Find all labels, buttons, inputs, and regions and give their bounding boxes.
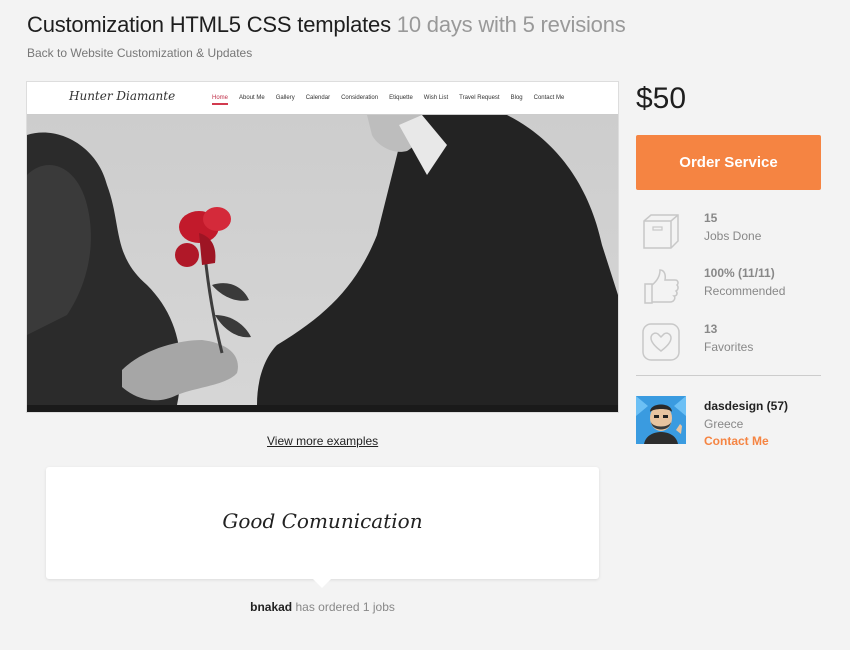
seller-name[interactable]: dasdesign (57) xyxy=(704,399,788,413)
preview-menu-item: Consideration xyxy=(341,95,379,101)
stat-value: 15 xyxy=(704,211,718,225)
page-title: Customization HTML5 CSS templates 10 day… xyxy=(27,12,626,38)
heart-icon xyxy=(642,323,680,361)
preview-menu-item: About Me xyxy=(239,95,265,101)
example-preview[interactable]: Hunter Diamante Home About Me Gallery Ca… xyxy=(27,82,618,412)
service-title: Customization HTML5 CSS templates xyxy=(27,12,391,37)
preview-bottom-bar xyxy=(27,405,618,412)
preview-menu-item: Contact Me xyxy=(533,95,565,101)
stat-value: 100% (11/11) xyxy=(704,266,775,280)
preview-menu-item: Travel Request xyxy=(459,95,500,101)
stat-label: Jobs Done xyxy=(704,229,762,243)
back-link[interactable]: Back to Website Customization & Updates xyxy=(27,46,252,60)
preview-site-logo: Hunter Diamante xyxy=(69,89,176,103)
thumbs-up-icon xyxy=(644,269,679,304)
service-subtitle: 10 days with 5 revisions xyxy=(396,12,626,37)
testimonial-quote: Good Comunication xyxy=(222,509,423,533)
preview-menu-item: Etiquette xyxy=(389,95,413,101)
preview-photo xyxy=(27,115,618,405)
seller-avatar[interactable] xyxy=(636,396,686,444)
preview-site-nav: Hunter Diamante Home About Me Gallery Ca… xyxy=(27,82,618,115)
stat-value: 13 xyxy=(704,322,718,336)
box-icon xyxy=(643,214,679,249)
stat-label: Favorites xyxy=(704,340,754,354)
reviewer-note: has ordered 1 jobs xyxy=(295,600,395,614)
stat-recommended: 100% (11/11) Recommended xyxy=(641,266,821,306)
contact-me-link[interactable]: Contact Me xyxy=(704,434,769,448)
stat-label: Recommended xyxy=(704,284,786,298)
reviewer-name[interactable]: bnakad xyxy=(250,600,292,614)
preview-menu-item: Gallery xyxy=(275,95,295,101)
preview-site-menu: Home About Me Gallery Calendar Considera… xyxy=(212,95,575,105)
service-price: $50 xyxy=(636,82,687,115)
testimonial-pointer xyxy=(312,578,332,588)
seller-country: Greece xyxy=(704,417,744,431)
view-more-examples-link[interactable]: View more examples xyxy=(267,434,378,448)
avatar-image xyxy=(636,396,686,444)
preview-menu-item: Calendar xyxy=(305,95,331,101)
preview-menu-item: Blog xyxy=(510,95,523,101)
testimonial-card: Good Comunication xyxy=(46,467,599,579)
stat-favorites: 13 Favorites xyxy=(641,322,821,362)
sidebar-divider xyxy=(636,375,821,376)
preview-menu-item: Home xyxy=(212,95,229,105)
order-service-button[interactable]: Order Service xyxy=(636,135,821,190)
preview-menu-item: Wish List xyxy=(423,95,449,101)
stat-jobs-done: 15 Jobs Done xyxy=(641,211,821,251)
testimonial-reviewer: bnakad has ordered 1 jobs xyxy=(0,600,645,614)
